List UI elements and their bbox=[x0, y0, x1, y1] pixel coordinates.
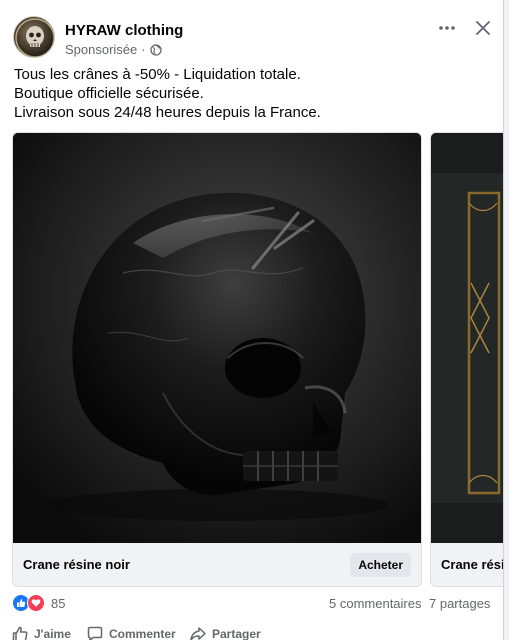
carousel-card[interactable]: Crane résine noir Acheter bbox=[12, 132, 422, 587]
like-button[interactable]: J'aime bbox=[12, 626, 71, 640]
product-title[interactable]: Crane résine noir bbox=[23, 557, 130, 572]
more-horizontal-icon bbox=[439, 26, 455, 30]
post-meta: Sponsorisée · bbox=[65, 42, 162, 57]
post-text-line: Tous les crânes à -50% - Liquidation tot… bbox=[14, 66, 301, 83]
share-button[interactable]: Partager bbox=[190, 626, 261, 640]
more-options-button[interactable] bbox=[437, 18, 457, 38]
post-text-line: Livraison sous 24/48 heures depuis la Fr… bbox=[14, 104, 321, 121]
carousel-card[interactable]: Crane résine bbox=[430, 132, 503, 587]
love-icon bbox=[27, 594, 45, 612]
post-header: HYRAW clothing Sponsorisée · bbox=[13, 16, 503, 62]
post-message: Tous les crânes à -50% - Liquidation tot… bbox=[14, 65, 484, 122]
product-carousel: Crane résine noir Acheter Crane résine bbox=[12, 132, 503, 588]
reaction-count: 85 bbox=[51, 595, 66, 611]
engagement-stats: 85 5 commentaires 7 partages bbox=[12, 592, 492, 614]
shares-count-link[interactable]: 7 partages bbox=[429, 596, 490, 611]
post-text-line: Boutique officielle sécurisée. bbox=[14, 85, 204, 102]
product-image-partial[interactable] bbox=[431, 133, 503, 543]
like-label: J'aime bbox=[34, 627, 71, 640]
close-icon bbox=[476, 21, 490, 35]
reactions-summary[interactable]: 85 bbox=[12, 594, 65, 612]
page-name-link[interactable]: HYRAW clothing bbox=[65, 22, 183, 39]
thumbs-up-icon bbox=[12, 626, 28, 640]
carousel-card-footer: Crane résine noir Acheter bbox=[13, 543, 421, 586]
share-label: Partager bbox=[212, 627, 261, 640]
share-icon bbox=[190, 627, 206, 640]
comments-count-link[interactable]: 5 commentaires bbox=[329, 596, 421, 611]
meta-separator: · bbox=[141, 42, 146, 57]
hide-post-button[interactable] bbox=[471, 16, 495, 40]
comment-icon bbox=[87, 626, 103, 640]
buy-button[interactable]: Acheter bbox=[350, 553, 411, 577]
sponsored-post-card: HYRAW clothing Sponsorisée · Tous les cr… bbox=[0, 0, 504, 640]
product-image-skull[interactable] bbox=[13, 133, 421, 543]
comment-button[interactable]: Commenter bbox=[87, 626, 176, 640]
comment-label: Commenter bbox=[109, 627, 176, 640]
post-actions: J'aime Commenter Partager bbox=[0, 622, 503, 640]
carousel-card-footer: Crane résine bbox=[431, 543, 503, 586]
product-title[interactable]: Crane résine bbox=[441, 557, 503, 572]
globe-icon bbox=[149, 43, 162, 56]
sponsored-label[interactable]: Sponsorisée bbox=[65, 42, 137, 57]
page-avatar[interactable] bbox=[13, 16, 55, 58]
